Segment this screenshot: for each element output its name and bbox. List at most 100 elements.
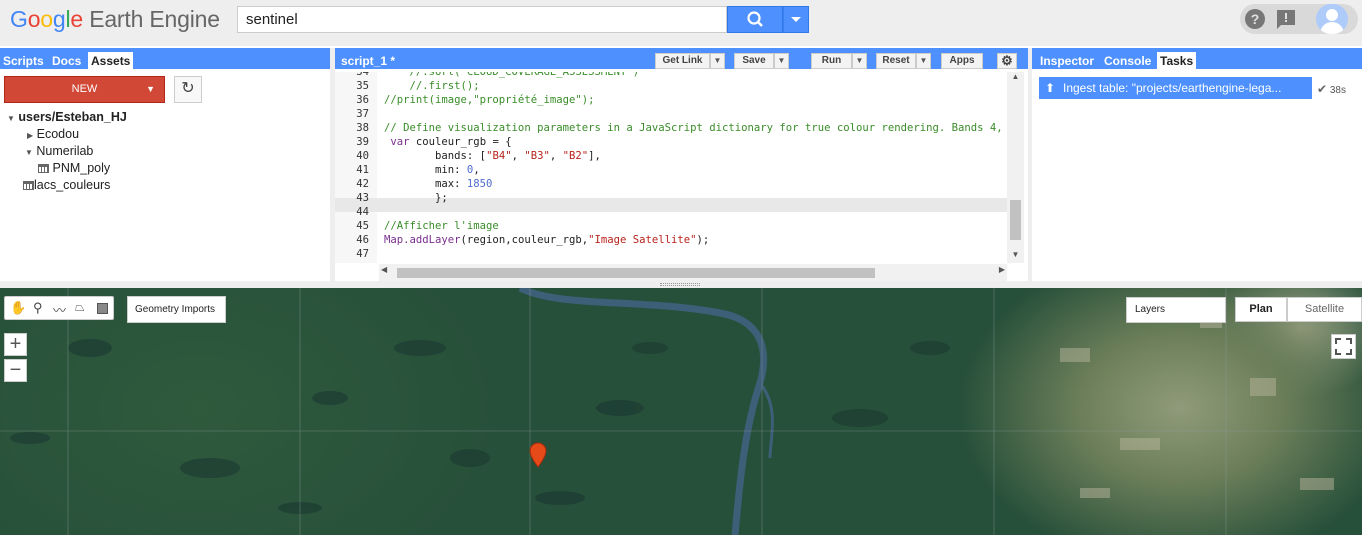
code-editor-panel: script_1 * Get Link ▼ Save ▼ Run ▼ Reset… <box>335 48 1028 281</box>
table-icon <box>23 181 34 190</box>
new-button[interactable]: NEW ▼ <box>4 76 165 103</box>
geometry-imports-button[interactable]: Geometry Imports <box>127 296 226 323</box>
tree-item-label: PNM_poly <box>52 161 111 175</box>
line-number: 41 <box>356 164 369 176</box>
line-number: 42 <box>356 178 369 190</box>
line-number: 38 <box>356 122 369 134</box>
line-number: 35 <box>356 80 369 92</box>
editor-toolbar: script_1 * Get Link ▼ Save ▼ Run ▼ Reset… <box>335 51 1028 69</box>
settings-gear-icon[interactable]: ⚙ <box>997 53 1017 69</box>
code-line[interactable]: var couleur_rgb = { <box>384 135 511 149</box>
chevron-down-icon: ▼ <box>146 84 155 94</box>
hand-pan-icon[interactable]: ✋ <box>10 300 26 316</box>
caret-down-icon: ▼ <box>25 148 33 157</box>
tree-root[interactable]: ▼ users/Esteban_HJ <box>7 110 127 124</box>
line-number: 34 <box>356 72 369 78</box>
get-link-dropdown[interactable]: ▼ <box>710 53 725 69</box>
code-area[interactable]: 34 //.sort("CLOUD_COVERAGE_ASSESSMENT") 3… <box>335 72 1025 263</box>
line-number: 43 <box>356 192 369 204</box>
right-tab-bar: Inspector Console Tasks <box>1032 51 1362 69</box>
rectangle-tool-icon[interactable] <box>97 303 108 314</box>
logo-letter-o2: o <box>40 6 53 32</box>
logo-letter-o1: o <box>27 6 41 32</box>
scrollbar-thumb[interactable] <box>1010 200 1021 240</box>
polyline-tool-icon[interactable]: 〰 <box>53 300 66 319</box>
new-button-label: NEW <box>71 83 98 95</box>
tree-item-label: lacs_couleurs <box>34 178 111 192</box>
task-label: Ingest table: "projects/earthengine-lega… <box>1063 81 1282 95</box>
code-line[interactable]: //Afficher l'image <box>384 219 499 233</box>
tab-console[interactable]: Console <box>1101 52 1154 69</box>
scrollbar-thumb[interactable] <box>397 268 875 278</box>
user-avatar[interactable] <box>1316 4 1348 34</box>
tab-scripts[interactable]: Scripts <box>0 52 47 69</box>
line-number: 44 <box>356 206 369 218</box>
tree-item-ecodou[interactable]: ▶ Ecodou <box>27 127 79 141</box>
get-link-button[interactable]: Get Link <box>655 53 710 69</box>
fullscreen-button[interactable] <box>1331 334 1356 359</box>
task-status: ✔ 38s <box>1317 82 1346 96</box>
code-line[interactable]: min: 0, <box>384 163 480 177</box>
tab-inspector[interactable]: Inspector <box>1037 52 1097 69</box>
map-marker-icon[interactable] <box>529 442 547 468</box>
map-splitter[interactable] <box>0 281 1362 288</box>
left-tab-bar: Scripts Docs Assets <box>0 51 330 69</box>
tree-item-pnm-poly[interactable]: PNM_poly <box>38 161 110 175</box>
vertical-scrollbar[interactable]: ▲ ▼ <box>1007 72 1024 263</box>
search-options-button[interactable] <box>783 6 809 33</box>
map-type-satellite-button[interactable]: Satellite <box>1287 297 1362 322</box>
map-view[interactable]: ✋ ⚲ 〰 ⏢ Geometry Imports Layers Plan Sat… <box>0 288 1362 535</box>
tab-tasks[interactable]: Tasks <box>1157 52 1197 69</box>
reset-dropdown[interactable]: ▼ <box>916 53 931 69</box>
left-panel: Scripts Docs Assets NEW ▼ ↻ ▼ users/Este… <box>0 48 330 281</box>
refresh-icon: ↻ <box>181 80 195 97</box>
line-number: 39 <box>356 136 369 148</box>
code-line[interactable]: }; <box>384 191 448 205</box>
map-type-plan-button[interactable]: Plan <box>1235 297 1287 322</box>
tree-item-numerilab[interactable]: ▼ Numerilab <box>25 144 93 158</box>
save-button[interactable]: Save <box>734 53 774 69</box>
zoom-out-button[interactable]: − <box>4 359 27 382</box>
logo-suffix: Earth Engine <box>89 6 220 32</box>
code-line[interactable]: Map.addLayer(region,couleur_rgb,"Image S… <box>384 233 709 247</box>
reset-button[interactable]: Reset <box>876 53 916 69</box>
feedback-icon[interactable] <box>1277 10 1295 29</box>
search-button[interactable] <box>727 6 783 33</box>
refresh-button[interactable]: ↻ <box>174 76 202 103</box>
task-item[interactable]: ⬆ Ingest table: "projects/earthengine-le… <box>1039 77 1312 99</box>
layers-button[interactable]: Layers <box>1126 297 1226 323</box>
line-number: 48 <box>335 261 369 263</box>
horizontal-scrollbar[interactable]: ◀ ▶ <box>379 264 1007 281</box>
tab-docs[interactable]: Docs <box>49 52 84 69</box>
zoom-in-button[interactable]: + <box>4 333 27 356</box>
search-input[interactable] <box>237 6 727 33</box>
run-dropdown[interactable]: ▼ <box>852 53 867 69</box>
line-number: 40 <box>356 150 369 162</box>
line-number: 47 <box>356 248 369 260</box>
earth-engine-logo[interactable]: Google Earth Engine <box>10 6 220 33</box>
search-icon <box>747 11 763 27</box>
line-number: 36 <box>356 94 369 106</box>
script-title[interactable]: script_1 * <box>338 52 398 69</box>
tab-assets[interactable]: Assets <box>88 52 134 69</box>
run-button[interactable]: Run <box>811 53 852 69</box>
code-line[interactable]: // Define visualization parameters in a … <box>384 121 1003 135</box>
polygon-tool-icon[interactable]: ⏢ <box>75 300 85 315</box>
upload-icon: ⬆ <box>1045 81 1056 95</box>
help-icon[interactable]: ? <box>1245 9 1265 29</box>
line-number: 37 <box>356 108 369 120</box>
apps-button[interactable]: Apps <box>941 53 983 69</box>
right-panel: Inspector Console Tasks ⬆ Ingest table: … <box>1032 48 1362 281</box>
check-icon: ✔ <box>1317 82 1328 96</box>
chevron-down-icon <box>791 17 801 22</box>
tree-root-label: users/Esteban_HJ <box>18 110 127 124</box>
table-icon <box>38 164 49 173</box>
tree-item-lacs-couleurs[interactable]: lacs_couleurs <box>23 178 110 192</box>
code-line[interactable]: //.first(); <box>384 79 480 93</box>
code-line[interactable]: //print(image,"propriété_image"); <box>384 93 594 107</box>
marker-tool-icon[interactable]: ⚲ <box>33 300 43 316</box>
save-dropdown[interactable]: ▼ <box>774 53 789 69</box>
code-line[interactable]: max: 1850 <box>384 177 492 191</box>
code-line[interactable]: //.sort("CLOUD_COVERAGE_ASSESSMENT") <box>384 72 640 79</box>
code-line[interactable]: bands: ["B4", "B3", "B2"], <box>384 149 601 163</box>
